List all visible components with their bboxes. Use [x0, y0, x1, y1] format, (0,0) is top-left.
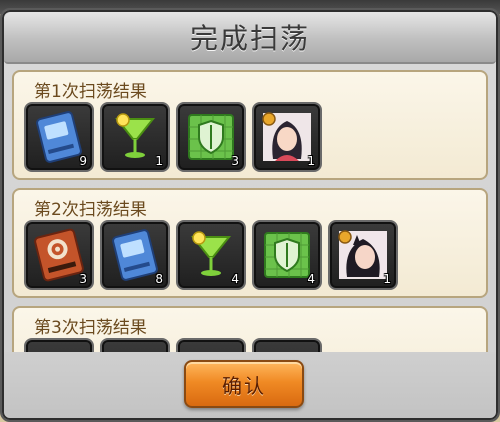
reward-slot[interactable]: 9 [24, 102, 94, 172]
item-quantity: 1 [307, 154, 315, 168]
reward-slot[interactable] [100, 338, 170, 352]
confirm-button-label: 确认 [222, 373, 266, 398]
dialog-title: 完成扫荡 [189, 22, 310, 55]
sweep-result-3: 第3次扫荡结果 [12, 306, 488, 352]
item-quantity: 3 [231, 154, 239, 168]
reward-slot[interactable]: 3 [24, 220, 94, 290]
reward-items: 3 8 4 4 1 [24, 220, 398, 290]
sweep-result-1: 第1次扫荡结果 9 1 3 1 [12, 70, 488, 180]
sweep-result-title: 第3次扫荡结果 [34, 318, 147, 338]
item-quantity: 1 [383, 272, 391, 286]
item-quantity: 1 [155, 154, 163, 168]
sweep-result-2: 第2次扫荡结果 3 8 4 4 1 [12, 188, 488, 298]
reward-slot[interactable]: 1 [328, 220, 398, 290]
dialog-footer: 确认 [4, 352, 496, 418]
reward-slot[interactable]: 1 [252, 102, 322, 172]
item-quantity: 3 [79, 272, 87, 286]
confirm-button[interactable]: 确认 [184, 360, 304, 408]
item-quantity: 8 [155, 272, 163, 286]
item-quantity: 4 [307, 272, 315, 286]
reward-slot[interactable]: 8 [100, 220, 170, 290]
reward-items [24, 338, 322, 352]
reward-slot[interactable] [176, 338, 246, 352]
reward-slot[interactable]: 4 [252, 220, 322, 290]
sweep-result-title: 第1次扫荡结果 [34, 82, 147, 102]
reward-slot[interactable] [24, 338, 94, 352]
reward-slot[interactable]: 4 [176, 220, 246, 290]
reward-slot[interactable] [252, 338, 322, 352]
sweep-result-title: 第2次扫荡结果 [34, 200, 147, 220]
dialog-title-bar: 完成扫荡 [4, 12, 496, 64]
reward-slot[interactable]: 3 [176, 102, 246, 172]
item-quantity: 4 [231, 272, 239, 286]
reward-slot[interactable]: 1 [100, 102, 170, 172]
results-list[interactable]: 第1次扫荡结果 9 1 3 1 第2次扫荡结果 3 8 4 4 1 第3次扫荡结… [12, 70, 488, 352]
item-quantity: 9 [79, 154, 87, 168]
reward-items: 9 1 3 1 [24, 102, 322, 172]
sweep-complete-dialog: 完成扫荡 第1次扫荡结果 9 1 3 1 第2次扫荡结果 3 8 4 4 1 第… [0, 8, 500, 422]
